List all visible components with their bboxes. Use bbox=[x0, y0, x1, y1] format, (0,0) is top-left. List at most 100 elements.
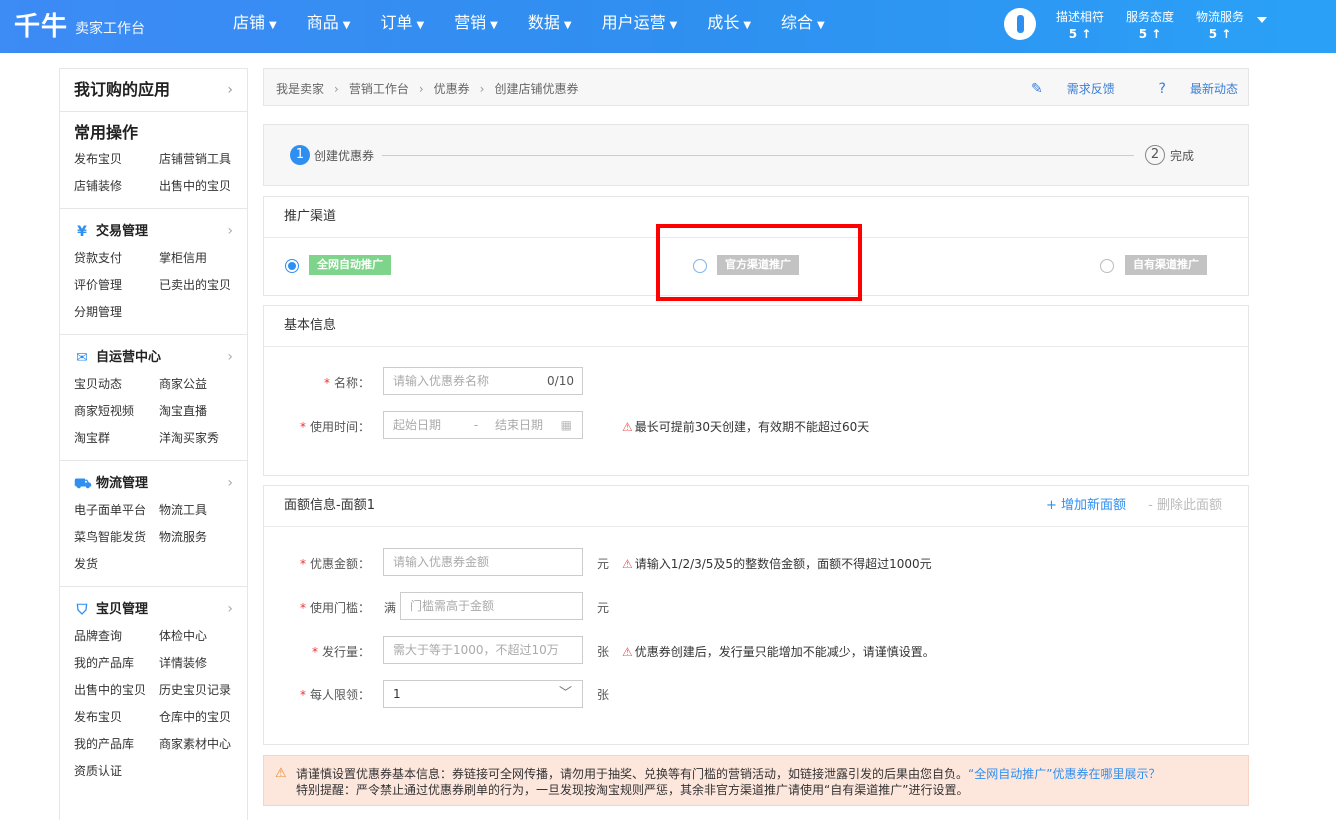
nav-orders[interactable]: 订单 ▼ bbox=[380, 0, 424, 53]
shop-avatar[interactable] bbox=[1004, 8, 1036, 40]
limit-select[interactable]: 1 ﹀ bbox=[383, 680, 583, 708]
sidebar-link[interactable]: 仓库中的宝贝 bbox=[159, 704, 244, 731]
breadcrumb-item[interactable]: 优惠券 bbox=[434, 82, 470, 96]
discount-tip: ⚠ 请输入1/2/3/5及5的整数倍金额，面额不得超过1000元 bbox=[622, 557, 932, 571]
yuan-unit: 元 bbox=[597, 601, 610, 615]
sidebar-link[interactable]: 评价管理 bbox=[74, 272, 159, 299]
sidebar-link[interactable]: 我的产品库 bbox=[74, 650, 159, 677]
channel-option-own[interactable]: 自有渠道推广 bbox=[1125, 255, 1207, 275]
chevron-down-icon: ▼ bbox=[490, 20, 498, 31]
sidebar-link[interactable]: 宝贝动态 bbox=[74, 371, 159, 398]
nav-growth[interactable]: 成长 ▼ bbox=[707, 0, 751, 53]
delete-amount-button[interactable]: - 删除此面额 bbox=[1148, 498, 1222, 513]
sidebar-link[interactable]: 我的产品库 bbox=[74, 731, 159, 758]
yuan-icon: ¥ bbox=[77, 224, 87, 240]
sidebar-link[interactable]: 详情装修 bbox=[159, 650, 244, 677]
nav-user-ops[interactable]: 用户运营 ▼ bbox=[602, 0, 678, 53]
nav-data[interactable]: 数据 ▼ bbox=[528, 0, 572, 53]
sidebar-link[interactable]: 体检中心 bbox=[159, 623, 244, 650]
sidebar-link[interactable]: 商家公益 bbox=[159, 371, 244, 398]
auto-promo-help-link[interactable]: “全网自动推广”优惠券在哪里展示？ bbox=[968, 767, 1160, 781]
sidebar-link[interactable]: 出售中的宝贝 bbox=[74, 677, 159, 704]
breadcrumb: 我是卖家 › 营销工作台 › 优惠券 › 创建店铺优惠券 bbox=[276, 80, 579, 97]
limit-label: * 每人限领： bbox=[299, 688, 370, 702]
sidebar-link[interactable]: 发布宝贝 bbox=[74, 146, 159, 173]
sidebar-link[interactable]: 店铺装修 bbox=[74, 173, 159, 200]
sidebar: 我订购的应用 › 常用操作 发布宝贝 店铺营销工具 店铺装修 出售中的宝贝 ¥ 交易… bbox=[59, 68, 248, 820]
feedback-link[interactable]: ✎ 需求反馈 bbox=[1011, 81, 1115, 97]
time-label: * 使用时间： bbox=[299, 420, 370, 434]
threshold-input[interactable]: 门槛需高于金额 bbox=[400, 592, 583, 620]
nav-general[interactable]: 综合 ▼ bbox=[781, 0, 825, 53]
step-1-label: 创建优惠券 bbox=[314, 149, 375, 163]
sidebar-link[interactable]: 物流工具 bbox=[159, 497, 244, 524]
sidebar-link[interactable]: 资质认证 bbox=[74, 758, 159, 785]
step-progress: 1 创建优惠券 2 完成 bbox=[263, 124, 1249, 186]
sidebar-logistics: ⛟ 物流管理 › 电子面单平台 物流工具 菜鸟智能发货 物流服务 发货 bbox=[60, 461, 247, 587]
warning-icon: ⚠ bbox=[622, 645, 633, 659]
sidebar-title[interactable]: 我订购的应用 › bbox=[60, 69, 247, 112]
sidebar-link[interactable]: 洋淘买家秀 bbox=[159, 425, 244, 452]
sidebar-section-trade[interactable]: ¥ 交易管理 bbox=[74, 219, 247, 245]
sidebar-trade: ¥ 交易管理 › 贷款支付 掌柜信用 评价管理 已卖出的宝贝 分期管理 bbox=[60, 209, 247, 335]
caret-down-icon[interactable] bbox=[1257, 17, 1267, 23]
news-link[interactable]: ? 最新动态 bbox=[1139, 81, 1238, 97]
add-amount-button[interactable]: + 增加新面额 bbox=[1046, 498, 1126, 513]
sidebar-link[interactable]: 发货 bbox=[74, 551, 159, 578]
chevron-right-icon: › bbox=[334, 82, 339, 96]
sidebar-section-logistics[interactable]: ⛟ 物流管理 bbox=[74, 471, 247, 497]
bag-icon: ⛉ bbox=[76, 602, 88, 618]
sidebar-link[interactable]: 贷款支付 bbox=[74, 245, 159, 272]
sidebar-link[interactable]: 淘宝直播 bbox=[159, 398, 244, 425]
chevron-right-icon: › bbox=[227, 82, 233, 98]
warning-icon: ⚠ bbox=[622, 420, 633, 434]
channel-option-auto[interactable]: 全网自动推广 bbox=[309, 255, 391, 275]
sidebar-link[interactable]: 出售中的宝贝 bbox=[159, 173, 244, 200]
radio-own-promo[interactable] bbox=[1100, 259, 1114, 273]
score-value: 5 ↑ bbox=[1068, 27, 1092, 41]
score-label: 服务态度 bbox=[1125, 10, 1174, 24]
amount-title: 面额信息-面额1 bbox=[284, 498, 375, 513]
threshold-label: * 使用门槛： bbox=[299, 601, 370, 615]
discount-amount-input[interactable]: 请输入优惠券金额 bbox=[383, 548, 583, 576]
radio-official-promo[interactable] bbox=[693, 259, 707, 273]
discount-label: * 优惠金额： bbox=[299, 557, 370, 571]
sidebar-link[interactable]: 历史宝贝记录 bbox=[159, 677, 244, 704]
issue-quantity-input[interactable]: 需大于等于1000，不超过10万 bbox=[383, 636, 583, 664]
sidebar-link[interactable]: 商家短视频 bbox=[74, 398, 159, 425]
sidebar-link[interactable]: 发布宝贝 bbox=[74, 704, 159, 731]
chevron-down-icon: ▼ bbox=[416, 20, 425, 31]
radio-auto-promo[interactable] bbox=[285, 259, 299, 273]
sidebar-section-goods[interactable]: ⛉ 宝贝管理 bbox=[74, 597, 247, 623]
breadcrumb-item[interactable]: 营销工作台 bbox=[349, 82, 409, 96]
basic-info-title: 基本信息 bbox=[264, 306, 1248, 347]
chevron-down-icon: ▼ bbox=[269, 20, 277, 31]
score-value: 5 ↑ bbox=[1138, 27, 1162, 41]
channel-option-official[interactable]: 官方渠道推广 bbox=[717, 255, 799, 275]
sidebar-link[interactable]: 商家素材中心 bbox=[159, 731, 244, 758]
truck-icon: ⛟ bbox=[74, 476, 92, 492]
sidebar-link[interactable]: 掌柜信用 bbox=[159, 245, 244, 272]
sidebar-link[interactable]: 已卖出的宝贝 bbox=[159, 272, 244, 299]
nav-shop[interactable]: 店铺 ▼ bbox=[233, 0, 277, 53]
sidebar-link[interactable]: 店铺营销工具 bbox=[159, 146, 244, 173]
sidebar-link[interactable]: 物流服务 bbox=[159, 524, 244, 551]
app-logo[interactable]: 千牛 bbox=[14, 6, 68, 43]
chat-icon: ✉ bbox=[76, 350, 88, 366]
chevron-right-icon: › bbox=[227, 475, 233, 491]
chevron-down-icon: ▼ bbox=[669, 20, 678, 31]
sidebar-section-self-ops[interactable]: ✉ 自运营中心 bbox=[74, 345, 247, 371]
sidebar-common: 常用操作 发布宝贝 店铺营销工具 店铺装修 出售中的宝贝 bbox=[60, 112, 247, 209]
nav-goods[interactable]: 商品 ▼ bbox=[307, 0, 351, 53]
date-range-input[interactable]: 起始日期 - 结束日期 ▦ bbox=[383, 411, 583, 439]
nav-marketing[interactable]: 营销 ▼ bbox=[454, 0, 498, 53]
sidebar-link[interactable]: 电子面单平台 bbox=[74, 497, 159, 524]
breadcrumb-item[interactable]: 我是卖家 bbox=[276, 82, 324, 96]
sidebar-link[interactable]: 淘宝群 bbox=[74, 425, 159, 452]
sidebar-link[interactable]: 品牌查询 bbox=[74, 623, 159, 650]
notice-line-2: 特别提醒：严令禁止通过优惠券刷单的行为，一旦发现按淘宝规则严惩，其余非官方渠道推… bbox=[296, 783, 969, 797]
sidebar-link[interactable]: 分期管理 bbox=[74, 299, 159, 326]
sidebar-link[interactable]: 菜鸟智能发货 bbox=[74, 524, 159, 551]
coupon-name-input[interactable]: 请输入优惠券名称 0/10 bbox=[383, 367, 583, 395]
channel-title: 推广渠道 bbox=[264, 197, 1248, 238]
